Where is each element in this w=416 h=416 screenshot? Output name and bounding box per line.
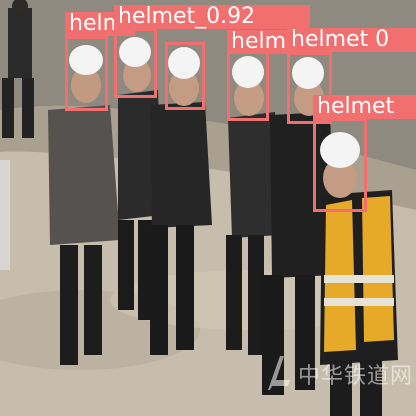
detection-image: helmet helmet helmet 0 helmet helmet_0.9… bbox=[0, 0, 416, 416]
helmet-label-6: helmet bbox=[313, 95, 416, 119]
left-edge-object bbox=[0, 160, 10, 270]
helmet-box-3 bbox=[165, 42, 205, 110]
watermark-text: 中华铁道网 bbox=[298, 364, 414, 389]
helmet-box-1 bbox=[65, 36, 108, 111]
helmet-box-4 bbox=[227, 51, 269, 121]
rail-logo-icon bbox=[268, 356, 290, 390]
helmet-label-5: helmet 0 bbox=[287, 28, 416, 52]
helmet-box-6 bbox=[313, 118, 367, 212]
helmet-box-2 bbox=[114, 28, 157, 98]
watermark: 中华铁道网 bbox=[262, 350, 412, 394]
helmet-label-2: helmet_0.92 bbox=[114, 5, 310, 29]
